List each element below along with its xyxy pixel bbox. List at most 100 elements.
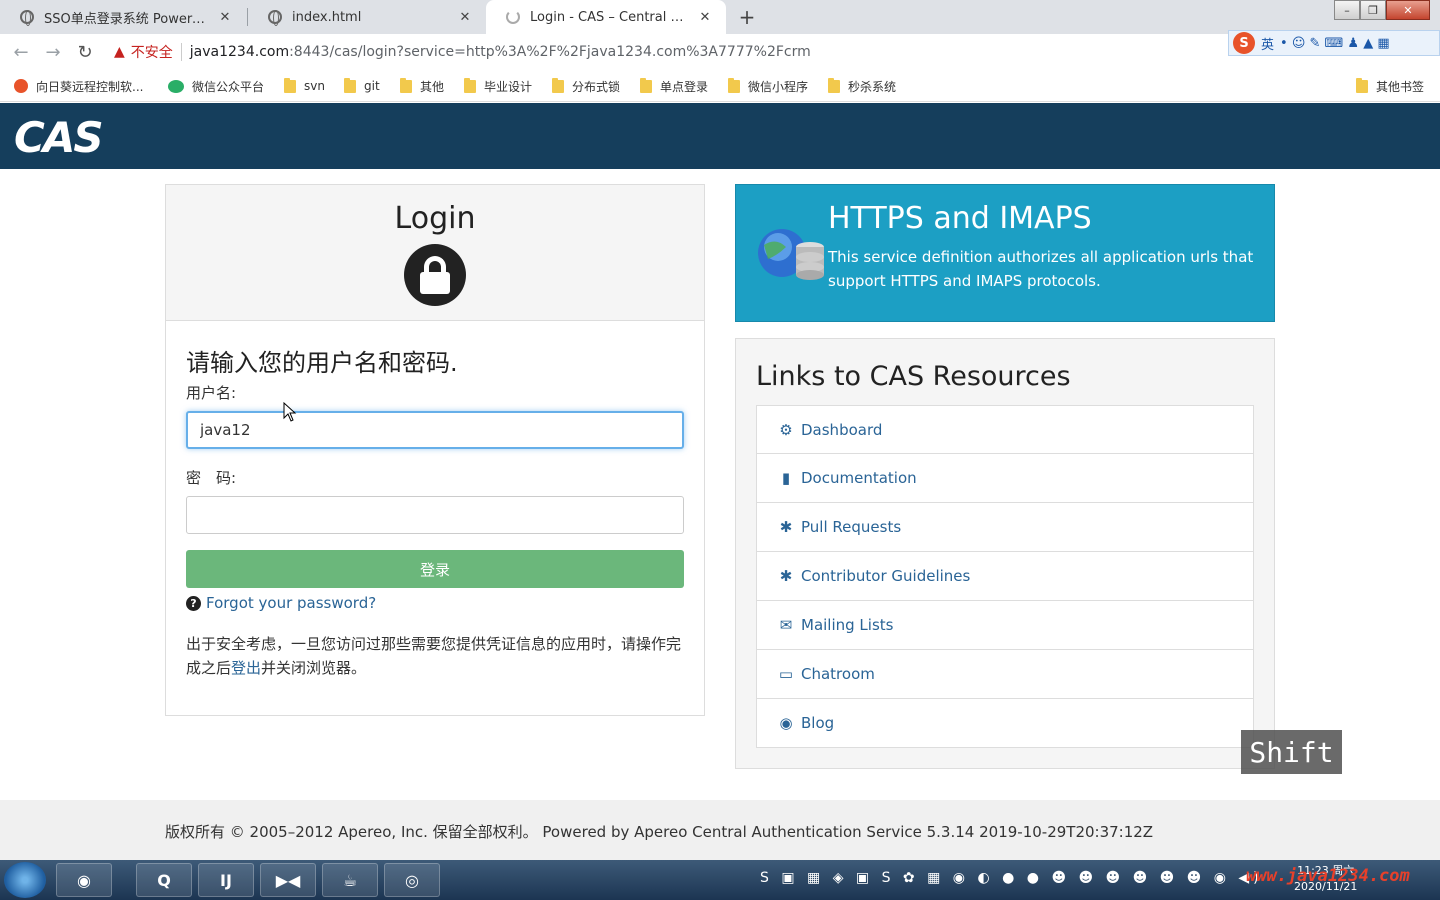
- bookmark-item[interactable]: 毕业设计: [464, 76, 532, 96]
- login-prompt: 请输入您的用户名和密码.: [186, 349, 458, 377]
- tab-sso[interactable]: SSO单点登录系统 Powered by ✕: [0, 0, 246, 34]
- bookmark-item[interactable]: 微信小程序: [728, 76, 808, 96]
- resource-link-contributor-guidelines[interactable]: ✱ Contributor Guidelines: [756, 552, 1254, 601]
- bookmark-item[interactable]: svn: [284, 76, 325, 96]
- resource-link-blog[interactable]: ◉ Blog: [756, 699, 1254, 748]
- rss-icon: ◉: [779, 714, 793, 732]
- forward-button[interactable]: →: [42, 41, 64, 63]
- tab-title: Login - CAS – Central Authent: [530, 9, 692, 25]
- url-separator: [180, 43, 182, 61]
- wechat-icon: [168, 79, 184, 93]
- resource-label: Chatroom: [801, 665, 875, 683]
- sunflower-icon: [14, 79, 28, 93]
- tab-index[interactable]: index.html ✕: [248, 0, 486, 34]
- mouse-cursor-icon: [283, 402, 297, 422]
- login-button[interactable]: 登录: [186, 550, 684, 588]
- service-title: HTTPS and IMAPS: [828, 201, 1092, 236]
- taskbar-app-intellij[interactable]: IJ: [198, 863, 254, 897]
- other-bookmarks[interactable]: 其他书签: [1356, 76, 1424, 96]
- window-controls: – ❐ ✕: [1334, 0, 1430, 20]
- file-icon: ▮: [781, 469, 791, 487]
- resource-label: Mailing Lists: [801, 616, 894, 634]
- tab-title: SSO单点登录系统 Powered by: [44, 11, 212, 27]
- bookmark-label: 其他: [420, 79, 445, 94]
- close-tab-icon[interactable]: ✕: [218, 10, 232, 25]
- bookmark-label: 分布式锁: [572, 79, 621, 94]
- windows-taskbar: ◉ Q IJ ▶◀ ☕ ◎ S ▣ ▦ ◈ ▣ S ✿ ▦ ◉ ◐ ● ● ☻ …: [0, 860, 1440, 900]
- cas-header: CAS: [0, 103, 1440, 169]
- insecure-label[interactable]: 不安全: [131, 42, 173, 62]
- taskbar-app-java[interactable]: ☕: [322, 863, 378, 897]
- bookmark-item[interactable]: 秒杀系统: [828, 76, 896, 96]
- bookmark-item[interactable]: 分布式锁: [552, 76, 620, 96]
- service-description: This service definition authorizes all a…: [828, 248, 1254, 290]
- close-tab-icon[interactable]: ✕: [698, 10, 712, 25]
- tab-title: index.html: [292, 9, 362, 25]
- warning-icon[interactable]: ▲: [114, 44, 125, 60]
- bookmark-label: 其他书签: [1376, 79, 1425, 94]
- bookmark-item[interactable]: git: [344, 76, 380, 96]
- taskbar-app[interactable]: ◉: [56, 863, 112, 897]
- back-button[interactable]: ←: [10, 41, 32, 63]
- resource-link-documentation[interactable]: ▮ Documentation: [756, 454, 1254, 503]
- resources-title: Links to CAS Resources: [756, 361, 1071, 392]
- reload-button[interactable]: ↻: [74, 41, 96, 63]
- ime-tool-icons[interactable]: • ☺ ✎ ⌨ ♟ ▲ ▦: [1280, 36, 1390, 51]
- username-input[interactable]: [186, 411, 684, 449]
- globe-database-icon: [758, 229, 824, 280]
- taskbar-app-chrome[interactable]: ◎: [384, 863, 440, 897]
- resource-link-dashboard[interactable]: ⚙ Dashboard: [756, 405, 1254, 454]
- ime-lang[interactable]: 英: [1261, 34, 1274, 53]
- question-circle-icon: ?: [186, 595, 201, 611]
- start-button[interactable]: [4, 862, 46, 898]
- resources-list: ⚙ Dashboard ▮ Documentation ✱ Pull Requests…: [756, 405, 1254, 748]
- ime-toolbar[interactable]: S 英 • ☺ ✎ ⌨ ♟ ▲ ▦: [1228, 30, 1440, 56]
- browser-tabstrip: SSO单点登录系统 Powered by ✕ index.html ✕ Logi…: [0, 0, 1440, 34]
- bookmark-item[interactable]: 单点登录: [640, 76, 708, 96]
- taskbar-app[interactable]: Q: [136, 863, 192, 897]
- sogou-logo-icon[interactable]: S: [1233, 32, 1255, 54]
- password-input[interactable]: [186, 496, 684, 534]
- close-tab-icon[interactable]: ✕: [458, 10, 472, 25]
- url-host: java1234.com: [189, 44, 290, 60]
- forgot-password-link[interactable]: Forgot your password?: [206, 594, 376, 612]
- logout-link[interactable]: 登出: [231, 659, 261, 677]
- bug-icon: ✱: [779, 518, 793, 536]
- comment-icon: ▭: [778, 665, 794, 683]
- minimize-button[interactable]: –: [1334, 0, 1360, 20]
- browser-toolbar: ← → ↻ ▲ 不安全 java1234.com :8443/cas/login…: [0, 34, 1440, 70]
- taskbar-app[interactable]: ▶◀: [260, 863, 316, 897]
- envelope-icon: ✉: [779, 616, 793, 634]
- resource-link-pull-requests[interactable]: ✱ Pull Requests: [756, 503, 1254, 552]
- address-bar[interactable]: ▲ 不安全 java1234.com :8443/cas/login?servi…: [108, 38, 1308, 66]
- bookmark-label: 向日葵远程控制软...: [36, 79, 144, 94]
- site-watermark: www.java1234.com: [1246, 866, 1410, 886]
- close-window-button[interactable]: ✕: [1386, 0, 1430, 20]
- footer-copyright: 版权所有 © 2005–2012 Apereo, Inc. 保留全部权利。 Po…: [165, 823, 1154, 841]
- notice-text: 并关闭浏览器。: [261, 659, 367, 677]
- bookmark-item[interactable]: 微信公众平台: [168, 76, 264, 96]
- folder-icon: [640, 77, 652, 93]
- globe-icon: [20, 10, 34, 26]
- folder-icon: [552, 77, 564, 93]
- folder-icon: [728, 77, 740, 93]
- new-tab-button[interactable]: +: [734, 4, 760, 30]
- service-panel: HTTPS and IMAPS This service definition …: [735, 184, 1275, 322]
- username-label: 用户名:: [186, 384, 237, 402]
- bookmark-item[interactable]: 向日葵远程控制软...: [14, 76, 143, 96]
- resources-panel: Links to CAS Resources ⚙ Dashboard ▮ Docum…: [735, 338, 1275, 769]
- folder-icon: [284, 77, 296, 93]
- bookmark-label: 单点登录: [660, 79, 709, 94]
- bookmark-item[interactable]: 其他: [400, 76, 444, 96]
- login-card: Login 请输入您的用户名和密码. 用户名: 密 码: 登录 ? Forgot…: [165, 184, 705, 716]
- resource-link-mailing-lists[interactable]: ✉ Mailing Lists: [756, 601, 1254, 650]
- bookmark-label: svn: [304, 79, 325, 93]
- tab-cas-login[interactable]: Login - CAS – Central Authent ✕: [486, 0, 726, 34]
- resource-link-chatroom[interactable]: ▭ Chatroom: [756, 650, 1254, 699]
- resource-label: Documentation: [801, 469, 917, 487]
- maximize-button[interactable]: ❐: [1360, 0, 1386, 20]
- bookmarks-bar: 向日葵远程控制软... 微信公众平台 svn git 其他 毕业设计 分布式锁 …: [0, 70, 1440, 102]
- security-notice: 出于安全考虑，一旦您访问过那些需要您提供凭证信息的应用时，请操作完成之后登出并关…: [186, 632, 684, 680]
- system-tray[interactable]: S ▣ ▦ ◈ ▣ S ✿ ▦ ◉ ◐ ● ● ☻ ☻ ☻ ☻ ☻ ☻ ◉ ◀): [760, 870, 1263, 886]
- folder-icon: [400, 77, 412, 93]
